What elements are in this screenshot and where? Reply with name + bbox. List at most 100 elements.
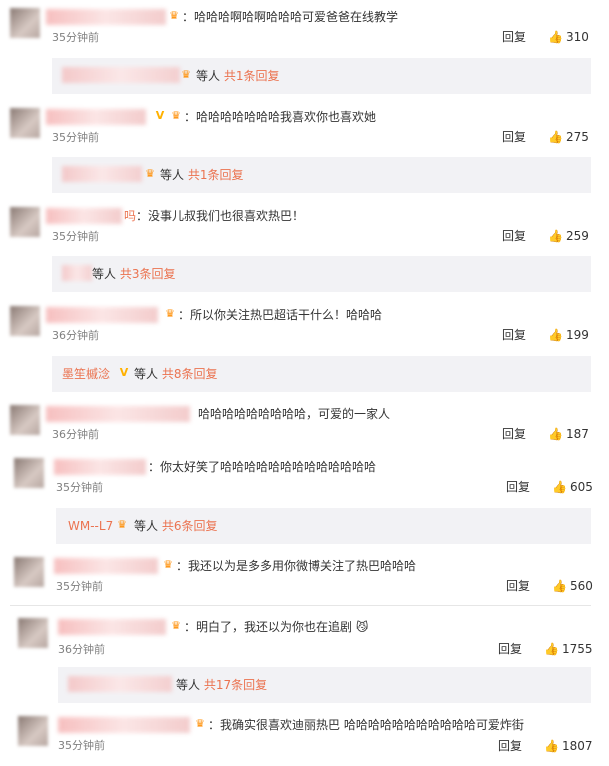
like-button[interactable]: 👍 1807 [544, 738, 593, 754]
username-redacted[interactable] [46, 208, 122, 224]
comment-text: ：哈哈哈哈哈哈哈我喜欢你也喜欢她 [184, 110, 377, 124]
like-count: 275 [566, 130, 589, 144]
crown-badge-icon: ♛ [181, 68, 191, 81]
reply-count-link[interactable]: 共3条回复 [120, 267, 176, 281]
reply-suffix: 等人 [196, 69, 221, 83]
avatar[interactable] [10, 306, 40, 336]
crown-badge-icon: ♛ [117, 518, 127, 531]
avatar[interactable] [10, 405, 40, 435]
reply-button[interactable]: 回复 [502, 327, 526, 343]
crown-badge-icon: ♛ [165, 307, 175, 320]
like-count: 199 [566, 328, 589, 342]
reply-count-link[interactable]: 共17条回复 [204, 678, 267, 692]
reply-button[interactable]: 回复 [502, 29, 526, 45]
reply-button[interactable]: 回复 [502, 426, 526, 442]
divider [10, 605, 591, 606]
comment-text: 哈哈哈哈哈哈哈哈哈，可爱的一家人 [198, 407, 391, 421]
avatar[interactable] [10, 8, 40, 38]
username-redacted[interactable] [54, 459, 146, 475]
comment-time: 36分钟前 [52, 329, 99, 342]
comment-text: ：明白了，我还以为你也在追剧 [184, 620, 353, 634]
v-badge-icon: V [119, 366, 129, 379]
username-redacted[interactable] [46, 406, 190, 422]
reply-button[interactable]: 回复 [502, 228, 526, 244]
comment-time: 35分钟前 [56, 481, 103, 494]
like-button[interactable]: 👍 1755 [544, 641, 593, 657]
reply-count-link[interactable]: 共1条回复 [224, 69, 280, 83]
replier-redacted [62, 67, 180, 83]
username-redacted[interactable] [46, 9, 166, 25]
v-badge-icon: V [155, 109, 165, 122]
like-count: 560 [570, 579, 593, 593]
username-redacted[interactable] [54, 558, 158, 574]
like-button[interactable]: 👍 310 [548, 29, 589, 45]
reply-summary-bar[interactable]: WM--L7 ♛ 等人 共6条回复 [56, 508, 591, 544]
reply-button[interactable]: 回复 [498, 641, 522, 657]
crown-badge-icon: ♛ [163, 558, 173, 571]
crown-badge-icon: ♛ [145, 167, 155, 180]
crown-badge-icon: ♛ [169, 9, 179, 22]
reply-summary-bar[interactable]: 墨笙槭淰 V 等人 共8条回复 [52, 356, 591, 392]
comment-time: 35分钟前 [52, 230, 99, 243]
reply-button[interactable]: 回复 [498, 738, 522, 754]
reply-summary-bar[interactable]: 等人 共3条回复 [52, 256, 591, 292]
like-count: 259 [566, 229, 589, 243]
replier-name[interactable]: WM--L7 [68, 519, 113, 533]
like-count: 187 [566, 427, 589, 441]
avatar[interactable] [10, 207, 40, 237]
reply-suffix: 等人 [176, 678, 201, 692]
thumbs-up-icon: 👍 [548, 30, 563, 44]
reply-suffix: 等人 [160, 168, 185, 182]
comment-time: 35分钟前 [58, 739, 105, 752]
avatar[interactable] [10, 108, 40, 138]
replier-redacted [62, 166, 142, 182]
like-count: 605 [570, 480, 593, 494]
avatar[interactable] [18, 618, 48, 648]
like-button[interactable]: 👍 187 [548, 426, 589, 442]
username-redacted[interactable] [46, 109, 146, 125]
reply-count-link[interactable]: 共6条回复 [162, 519, 218, 533]
crown-badge-icon: ♛ [171, 619, 181, 632]
thumbs-up-icon: 👍 [548, 229, 563, 243]
reply-summary-bar[interactable]: ♛ 等人 共1条回复 [52, 58, 591, 94]
cat-emoji-icon: 😼 [355, 620, 369, 634]
like-count: 1807 [562, 739, 593, 753]
reply-summary-bar[interactable]: 等人 共17条回复 [58, 667, 591, 703]
username-redacted[interactable] [58, 717, 190, 733]
reply-button[interactable]: 回复 [506, 578, 530, 594]
thumbs-up-icon: 👍 [548, 427, 563, 441]
comment-time: 35分钟前 [56, 580, 103, 593]
like-count: 310 [566, 30, 589, 44]
like-button[interactable]: 👍 259 [548, 228, 589, 244]
avatar[interactable] [14, 458, 44, 488]
username-tail[interactable]: 吗 [124, 209, 136, 223]
thumbs-up-icon: 👍 [544, 642, 559, 656]
thumbs-up-icon: 👍 [552, 579, 567, 593]
crown-badge-icon: ♛ [171, 109, 181, 122]
username-redacted[interactable] [58, 619, 166, 635]
comment-text: ：没事儿叔我们也很喜欢热巴！ [136, 209, 305, 223]
reply-count-link[interactable]: 共8条回复 [162, 367, 218, 381]
reply-button[interactable]: 回复 [506, 479, 530, 495]
reply-count-link[interactable]: 共1条回复 [188, 168, 244, 182]
thumbs-up-icon: 👍 [548, 328, 563, 342]
thumbs-up-icon: 👍 [548, 130, 563, 144]
like-button[interactable]: 👍 275 [548, 129, 589, 145]
reply-suffix: 等人 [134, 367, 159, 381]
comment-time: 35分钟前 [52, 31, 99, 44]
like-button[interactable]: 👍 605 [552, 479, 593, 495]
reply-button[interactable]: 回复 [502, 129, 526, 145]
crown-badge-icon: ♛ [195, 717, 205, 730]
avatar[interactable] [14, 557, 44, 587]
like-count: 1755 [562, 642, 593, 656]
comment-text: ：你太好笑了哈哈哈哈哈哈哈哈哈哈哈哈哈 [148, 460, 377, 474]
like-button[interactable]: 👍 560 [552, 578, 593, 594]
username-redacted[interactable] [46, 307, 158, 323]
comment-text: ：我还以为是多多用你微博关注了热巴哈哈哈 [176, 559, 417, 573]
replier-name[interactable]: 墨笙槭淰 [62, 367, 110, 381]
reply-summary-bar[interactable]: ♛ 等人 共1条回复 [52, 157, 591, 193]
avatar[interactable] [18, 716, 48, 746]
like-button[interactable]: 👍 199 [548, 327, 589, 343]
comment-time: 35分钟前 [52, 131, 99, 144]
replier-redacted [68, 676, 172, 692]
